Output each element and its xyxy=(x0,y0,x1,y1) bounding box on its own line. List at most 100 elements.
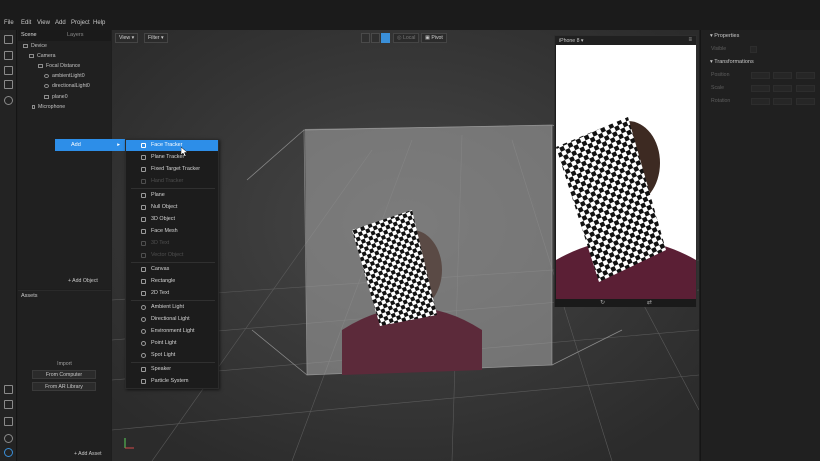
scale-y-field[interactable] xyxy=(773,85,792,92)
menu-file[interactable]: File xyxy=(4,20,14,26)
search-icon[interactable] xyxy=(4,96,13,105)
properties-title: ▾ Properties xyxy=(710,33,740,39)
view-dropdown[interactable]: View ▾ xyxy=(115,33,139,43)
preview-menu-icon[interactable]: ≡ xyxy=(688,37,692,43)
menu-project[interactable]: Project xyxy=(71,20,90,26)
position-x-field[interactable] xyxy=(751,72,770,79)
preview-footer: ↻ ⇄ xyxy=(555,299,696,307)
device-icon xyxy=(23,44,28,48)
cube-icon xyxy=(141,217,146,222)
preview-camera-feed xyxy=(556,45,696,299)
tab-layers[interactable]: Layers xyxy=(67,32,84,38)
simulator-preview[interactable]: iPhone 8 ▾ ≡ ↻ ⇄ xyxy=(554,35,697,307)
plane-tracker-icon xyxy=(141,155,146,160)
menu-item-hand-tracker: Hand Tracker xyxy=(126,176,218,187)
menu-divider xyxy=(131,188,215,189)
menu-item-face-tracker[interactable]: Face Tracker xyxy=(126,140,218,151)
share-icon[interactable] xyxy=(4,400,13,409)
speaker-icon xyxy=(141,367,146,372)
scale-tool-icon[interactable] xyxy=(381,33,390,43)
from-ar-library-button[interactable]: From AR Library xyxy=(32,382,96,391)
scene-panel-icon[interactable] xyxy=(4,35,13,44)
rotation-y-field[interactable] xyxy=(773,98,792,105)
menu-item-rectangle[interactable]: Rectangle xyxy=(126,276,218,287)
particle-icon xyxy=(141,379,146,384)
tree-item-ambient-light[interactable]: ambientLight0 xyxy=(44,73,85,79)
menu-item-environment-light[interactable]: Environment Light xyxy=(126,326,218,337)
menu-item-canvas[interactable]: Canvas xyxy=(126,264,218,275)
microphone-icon xyxy=(32,105,35,109)
menu-item-2d-text[interactable]: 2D Text xyxy=(126,288,218,299)
menu-item-plane-tracker[interactable]: Plane Tracker xyxy=(126,152,218,163)
menu-item-point-light[interactable]: Point Light xyxy=(126,338,218,349)
plane-icon xyxy=(141,193,146,198)
light-icon xyxy=(44,84,49,88)
add-object-button[interactable]: + Add Object xyxy=(68,278,98,284)
scene-panel: Scene Layers Device Camera Focal Distanc… xyxy=(18,30,111,289)
rotate-device-icon[interactable]: ↻ xyxy=(600,299,605,306)
environment-light-icon xyxy=(141,329,146,334)
null-object-icon xyxy=(141,205,146,210)
import-label: Import xyxy=(57,361,72,367)
from-computer-button[interactable]: From Computer xyxy=(32,370,96,379)
menu-item-face-mesh[interactable]: Face Mesh xyxy=(126,226,218,237)
patch-editor-icon[interactable] xyxy=(4,66,13,75)
tree-item-focal-distance[interactable]: Focal Distance xyxy=(38,63,80,69)
target-tracker-icon xyxy=(141,167,146,172)
link-icon[interactable] xyxy=(4,80,13,89)
transformations-title: ▾ Transformations xyxy=(710,59,754,65)
login-icon[interactable] xyxy=(4,385,13,394)
visible-checkbox[interactable] xyxy=(750,46,757,53)
local-toggle[interactable]: ◎ Local xyxy=(393,33,420,43)
camera-icon[interactable] xyxy=(4,51,13,60)
context-menu-add[interactable]: Add ▸ xyxy=(55,139,125,151)
menu-add[interactable]: Add xyxy=(55,20,66,26)
rotate-tool-icon[interactable] xyxy=(371,33,380,43)
menu-help[interactable]: Help xyxy=(93,20,105,26)
menu-item-speaker[interactable]: Speaker xyxy=(126,364,218,375)
rotation-x-field[interactable] xyxy=(751,98,770,105)
folder-icon[interactable] xyxy=(4,417,13,426)
filter-dropdown[interactable]: Filter ▾ xyxy=(144,33,168,43)
menu-item-plane[interactable]: Plane xyxy=(126,190,218,201)
tab-scene[interactable]: Scene xyxy=(21,32,37,38)
point-light-icon xyxy=(141,341,146,346)
rotation-label: Rotation xyxy=(711,98,731,104)
position-z-field[interactable] xyxy=(796,72,815,79)
tree-item-device[interactable]: Device xyxy=(23,43,47,49)
tree-item-plane[interactable]: plane0 xyxy=(44,94,68,100)
menu-item-spot-light[interactable]: Spot Light xyxy=(126,350,218,361)
settings-icon[interactable] xyxy=(4,434,13,443)
left-toolbar xyxy=(0,30,17,461)
scale-x-field[interactable] xyxy=(751,85,770,92)
menu-item-null-object[interactable]: Null Object xyxy=(126,202,218,213)
light-icon xyxy=(44,74,49,78)
menu-item-3d-text: 3D Text xyxy=(126,238,218,249)
help-icon[interactable] xyxy=(4,448,13,457)
menu-item-particle-system[interactable]: Particle System xyxy=(126,376,218,387)
add-asset-button[interactable]: + Add Asset xyxy=(74,451,102,457)
menu-edit[interactable]: Edit xyxy=(21,20,31,26)
tree-item-camera[interactable]: Camera xyxy=(29,53,55,59)
scale-z-field[interactable] xyxy=(796,85,815,92)
rotation-z-field[interactable] xyxy=(796,98,815,105)
tree-item-microphone[interactable]: Microphone xyxy=(32,104,65,110)
menu-item-directional-light[interactable]: Directional Light xyxy=(126,314,218,325)
camera-switch-icon[interactable]: ⇄ xyxy=(647,299,652,306)
mouse-cursor-icon xyxy=(181,147,189,157)
menu-item-fixed-target-tracker[interactable]: Fixed Target Tracker xyxy=(126,164,218,175)
position-y-field[interactable] xyxy=(773,72,792,79)
text-icon xyxy=(141,291,146,296)
assets-title: Assets xyxy=(21,293,38,299)
menu-item-3d-object[interactable]: 3D Object xyxy=(126,214,218,225)
menu-item-ambient-light[interactable]: Ambient Light xyxy=(126,302,218,313)
move-tool-icon[interactable] xyxy=(361,33,370,43)
focal-icon xyxy=(38,64,43,68)
menu-view[interactable]: View xyxy=(37,20,50,26)
menu-bar: File Edit View Add Project Help xyxy=(0,0,820,30)
canvas-icon xyxy=(141,267,146,272)
device-dropdown[interactable]: iPhone 8 ▾ xyxy=(559,38,584,44)
pivot-toggle[interactable]: ▣ Pivot xyxy=(421,33,447,43)
tree-item-directional-light[interactable]: directionalLight0 xyxy=(44,83,90,89)
submenu-arrow-icon: ▸ xyxy=(117,142,120,148)
